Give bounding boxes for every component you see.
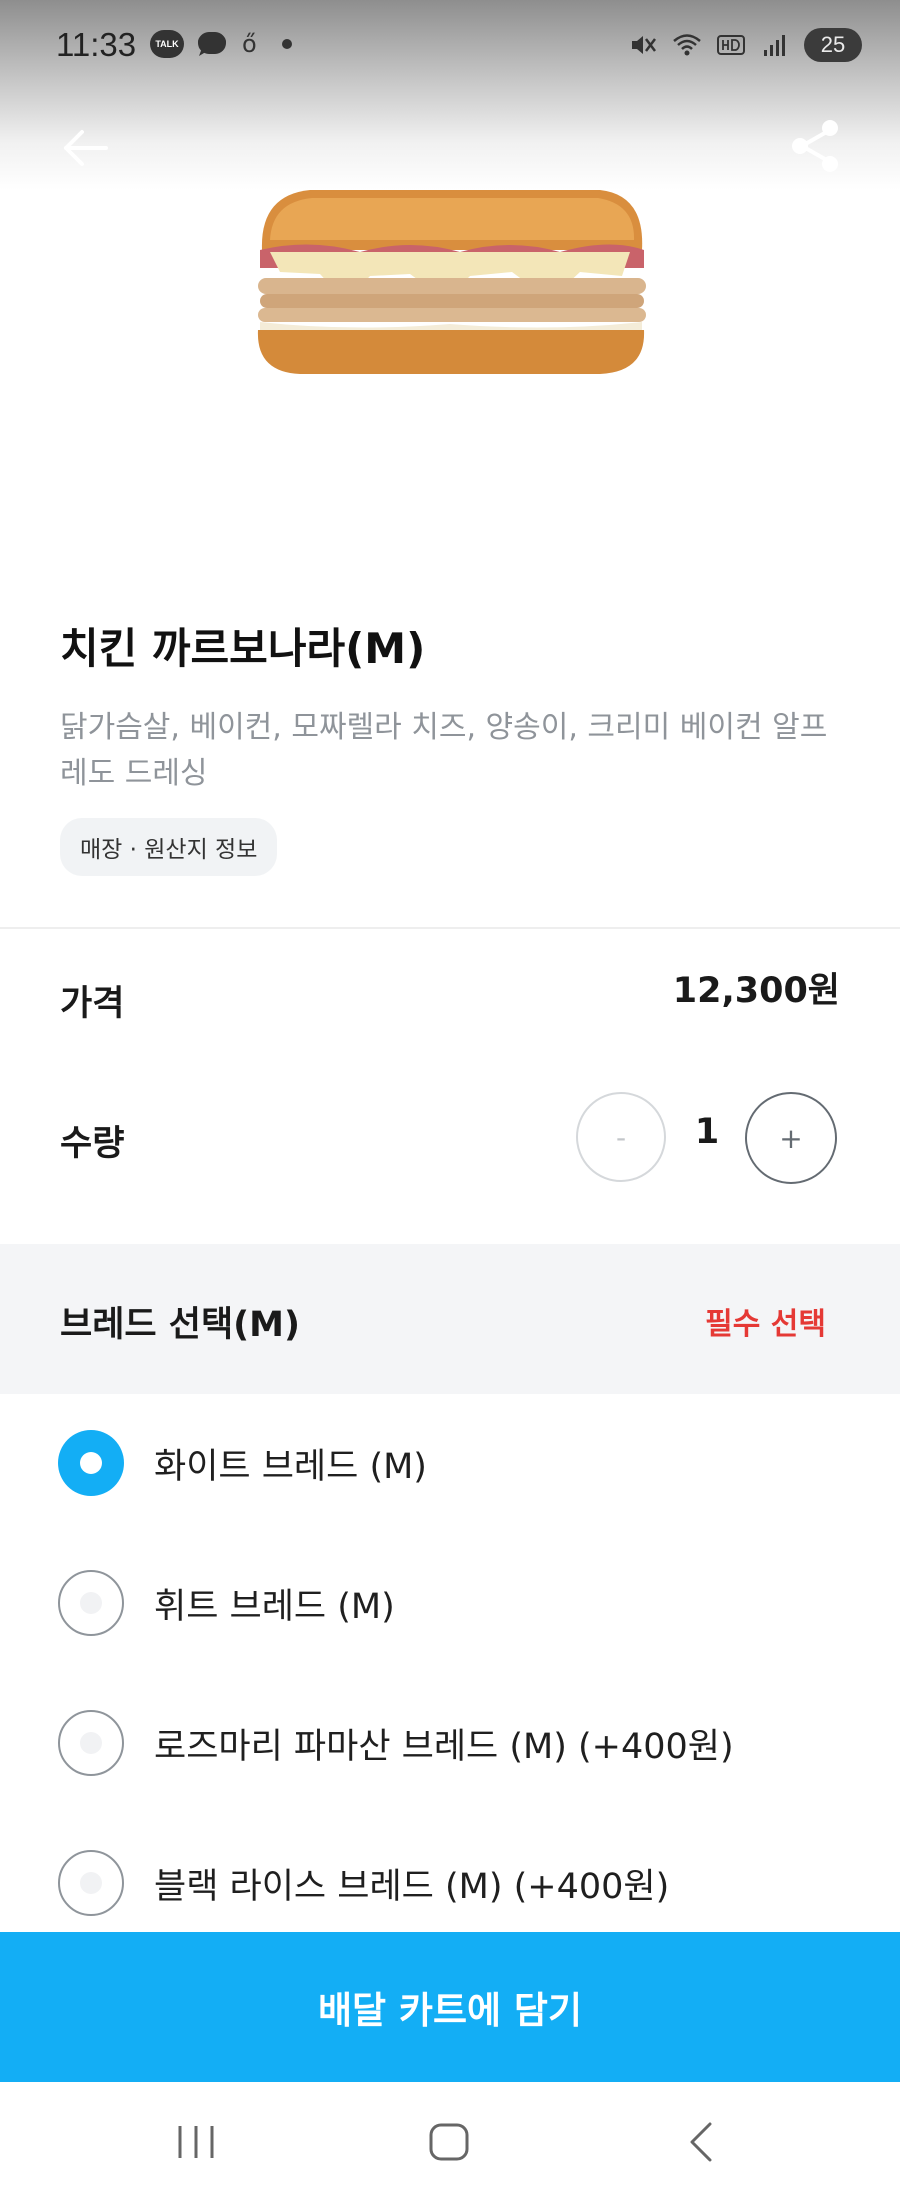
mute-icon	[632, 36, 656, 54]
hd-icon	[717, 35, 745, 55]
talk-icon: TALK	[150, 30, 184, 58]
required-badge: 필수 선택	[705, 1307, 826, 1342]
product-title: 치킨 까르보나라(M)	[60, 624, 426, 673]
price-value: 12,300원	[672, 971, 840, 1011]
dot-icon	[282, 39, 292, 49]
bread-option-rosemary-parmesan[interactable]: 로즈마리 파마산 브레드 (M) (+400원)	[0, 1678, 900, 1808]
back-icon[interactable]	[684, 2118, 718, 2166]
divider	[0, 927, 900, 929]
product-detail-page: 11:33 TALK ő 25 치킨 까르보나라(M) 닭가슴살, 베이컨, 모…	[0, 0, 900, 2200]
bread-section-header: 브레드 선택(M) 필수 선택	[0, 1244, 900, 1394]
quantity-decrease-button[interactable]: -	[576, 1092, 666, 1182]
bread-section-title: 브레드 선택(M)	[60, 1305, 301, 1345]
bread-option-label: 휘트 브레드 (M)	[154, 1587, 395, 1627]
chat-bubble-icon	[196, 30, 230, 58]
bread-option-label: 블랙 라이스 브레드 (M) (+400원)	[154, 1867, 670, 1907]
system-nav-bar	[0, 2082, 900, 2200]
radio-unselected-icon[interactable]	[58, 1850, 124, 1916]
status-time: 11:33	[56, 26, 137, 63]
notification-icon: ő	[242, 30, 257, 58]
quantity-value: 1	[694, 1112, 720, 1152]
wifi-icon	[673, 34, 701, 56]
product-description: 닭가슴살, 베이컨, 모짜렐라 치즈, 양송이, 크리미 베이컨 알프레도 드레…	[60, 710, 828, 791]
add-to-delivery-cart-button[interactable]: 배달 카트에 담기	[0, 1932, 900, 2082]
minus-icon: -	[615, 1120, 627, 1154]
signal-icon	[764, 35, 785, 56]
share-icon	[792, 120, 838, 172]
bread-option-white[interactable]: 화이트 브레드 (M)	[0, 1398, 900, 1528]
battery-icon: 25	[804, 28, 862, 62]
status-bar: 11:33 TALK ő 25	[0, 0, 900, 96]
home-icon[interactable]	[428, 2122, 470, 2162]
status-right-icons: 25	[628, 28, 862, 62]
quantity-increase-button[interactable]: +	[745, 1092, 837, 1184]
quantity-label: 수량	[60, 1124, 125, 1164]
radio-selected-icon[interactable]	[58, 1430, 124, 1496]
plus-icon: +	[779, 1121, 803, 1155]
back-button[interactable]	[58, 120, 114, 176]
price-label: 가격	[60, 984, 125, 1024]
recent-apps-icon[interactable]	[174, 2122, 218, 2162]
bread-option-wheat[interactable]: 휘트 브레드 (M)	[0, 1538, 900, 1668]
radio-unselected-icon[interactable]	[58, 1710, 124, 1776]
sandwich-image	[250, 180, 650, 380]
bread-option-black-rice[interactable]: 블랙 라이스 브레드 (M) (+400원)	[0, 1818, 900, 1948]
arrow-left-icon	[64, 130, 108, 166]
bread-option-label: 로즈마리 파마산 브레드 (M) (+400원)	[154, 1727, 734, 1767]
bread-option-label: 화이트 브레드 (M)	[154, 1447, 427, 1487]
share-button[interactable]	[788, 116, 844, 176]
store-origin-info-chip[interactable]: 매장 · 원산지 정보	[60, 818, 278, 876]
radio-unselected-icon[interactable]	[58, 1570, 124, 1636]
status-left-icons: TALK ő	[150, 30, 292, 58]
